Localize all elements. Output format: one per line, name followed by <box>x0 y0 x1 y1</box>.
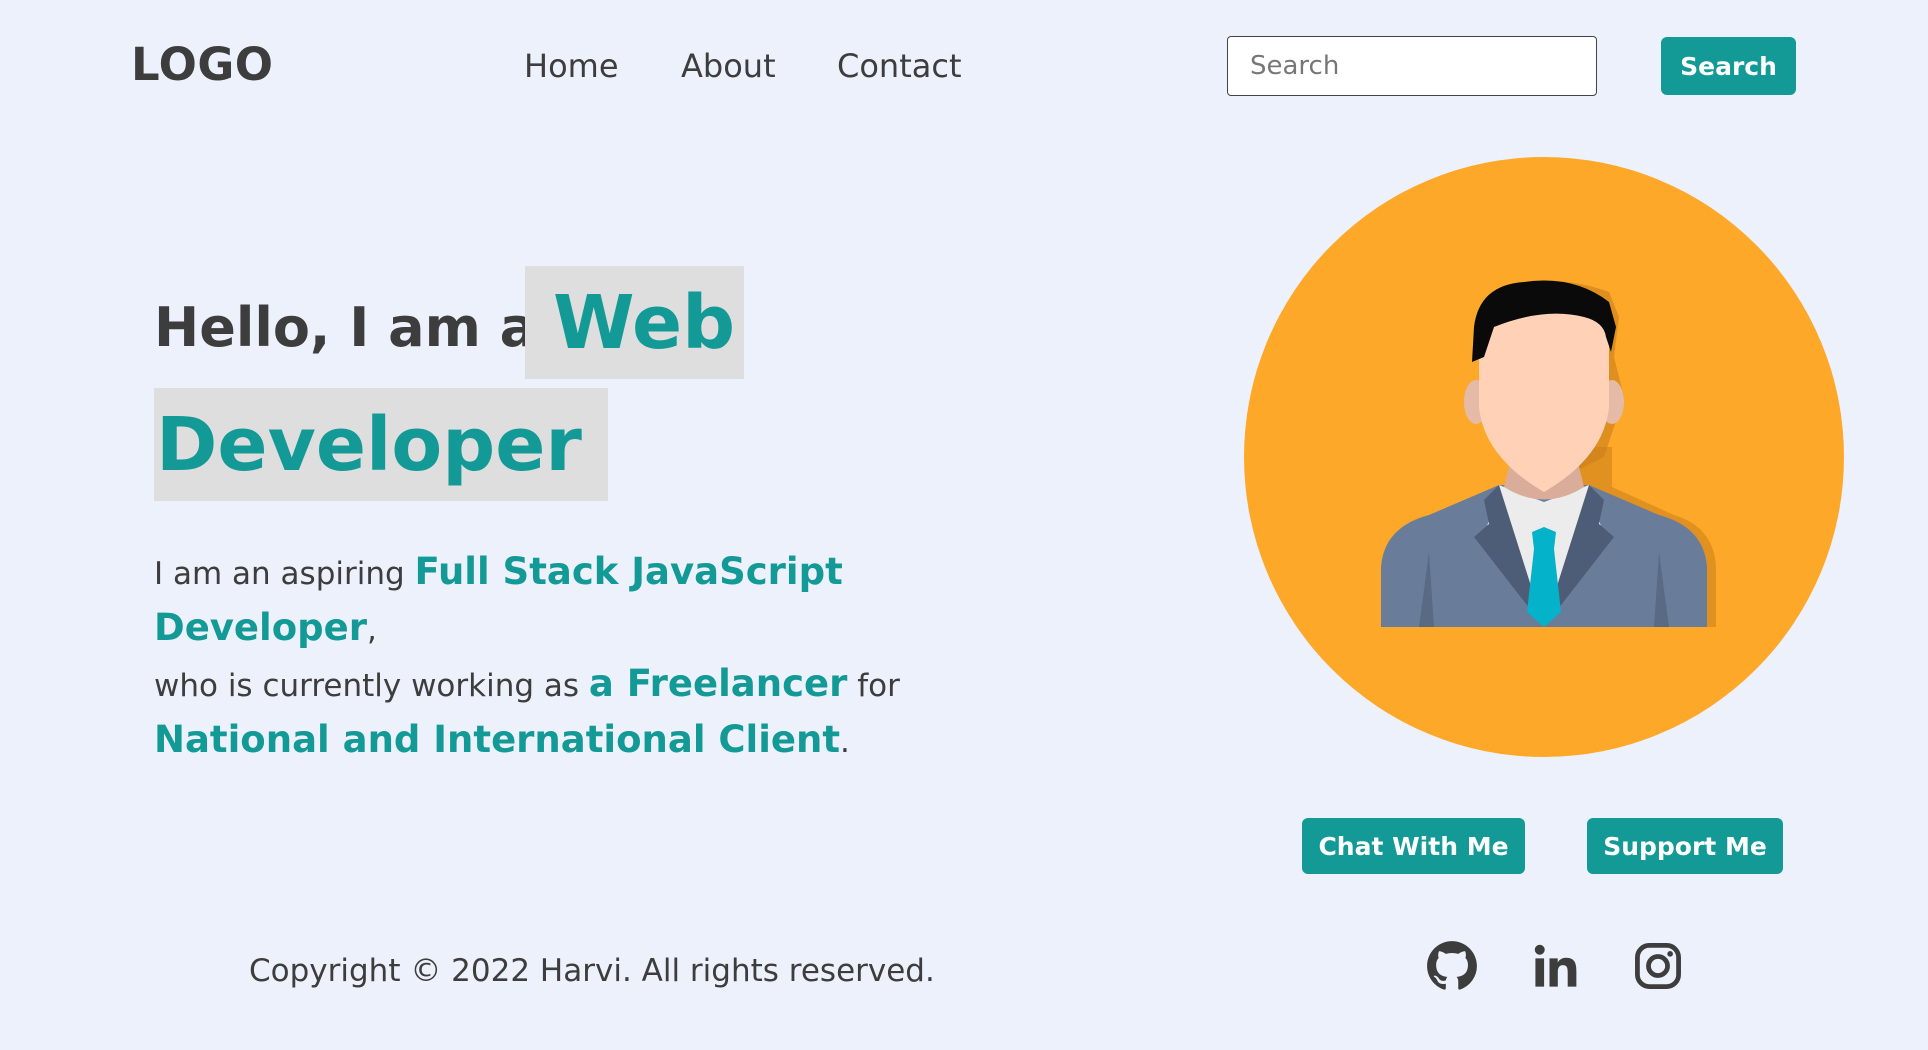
description-line-4: National and International Client. <box>154 718 850 761</box>
github-icon[interactable] <box>1426 940 1478 992</box>
chat-with-me-button[interactable]: Chat With Me <box>1302 818 1525 874</box>
nav-about-link[interactable]: About <box>681 47 776 85</box>
search-button[interactable]: Search <box>1661 37 1796 95</box>
hero-role-web: Web <box>525 266 744 379</box>
nav-contact-link[interactable]: Contact <box>837 47 962 85</box>
businessman-avatar-illustration <box>1244 157 1844 757</box>
highlight-full-stack: Full Stack JavaScript <box>414 550 843 593</box>
copyright-text: Copyright © 2022 Harvi. All rights reser… <box>249 953 935 989</box>
highlight-freelancer: a Freelancer <box>588 662 848 705</box>
highlight-developer: Developer <box>154 606 367 649</box>
search-input[interactable] <box>1227 36 1597 96</box>
hero-role-developer: Developer <box>154 388 608 501</box>
linkedin-icon[interactable] <box>1530 940 1582 992</box>
description-line-3: who is currently working as a Freelancer… <box>154 662 900 705</box>
highlight-clients: National and International Client <box>154 718 841 761</box>
description-line-2: Developer, <box>154 606 377 649</box>
nav-home-link[interactable]: Home <box>524 47 619 85</box>
support-me-button[interactable]: Support Me <box>1587 818 1783 874</box>
logo[interactable]: LOGO <box>131 38 274 91</box>
instagram-icon[interactable] <box>1632 940 1684 992</box>
description-line-1: I am an aspiring Full Stack JavaScript <box>154 550 843 593</box>
hero-greeting: Hello, I am a <box>154 296 537 359</box>
avatar <box>1244 157 1844 757</box>
